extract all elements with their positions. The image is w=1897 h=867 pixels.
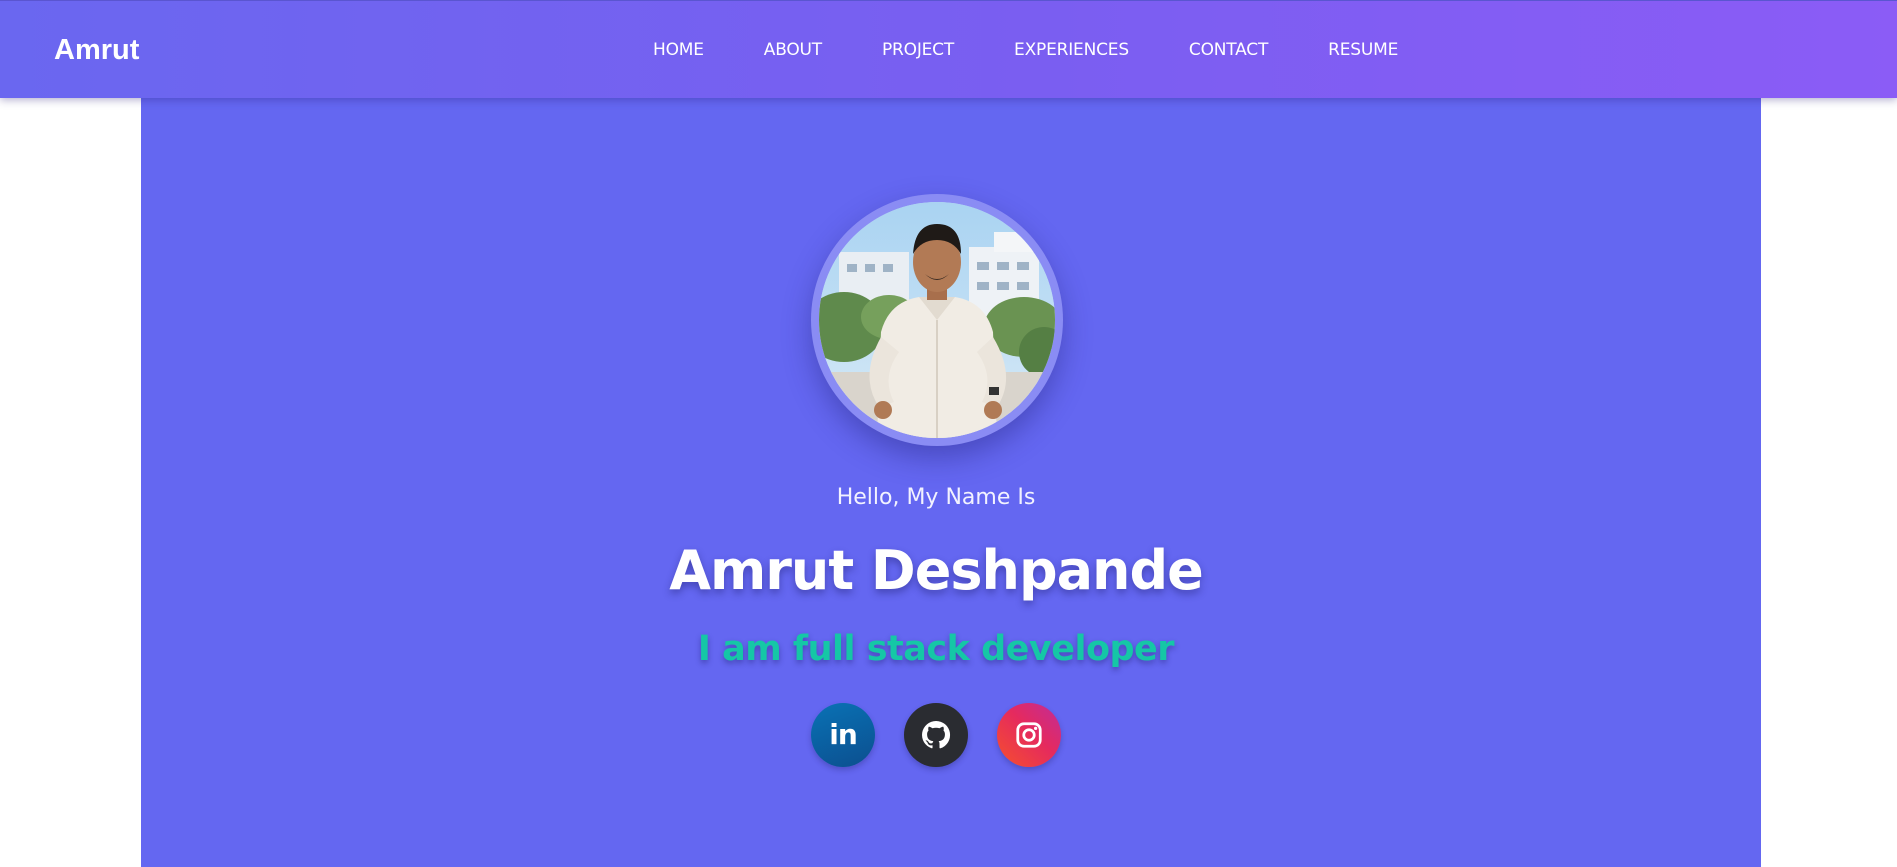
github-button[interactable] — [904, 703, 968, 767]
nav-item-contact: CONTACT — [1189, 39, 1268, 61]
github-icon — [922, 720, 951, 749]
social-links: in — [811, 703, 1063, 767]
nav-link-contact[interactable]: CONTACT — [1189, 40, 1268, 60]
hero-tagline: I am full stack developer — [697, 629, 1175, 669]
nav-link-home[interactable]: HOME — [653, 40, 704, 60]
brand-logo[interactable]: Amrut — [54, 33, 139, 67]
profile-photo — [819, 202, 1055, 438]
avatar-frame — [811, 194, 1063, 446]
nav-link-resume[interactable]: RESUME — [1328, 40, 1398, 60]
hero-name: Amrut Deshpande — [669, 539, 1204, 602]
nav-item-experiences: EXPERIENCES — [1014, 39, 1129, 61]
linkedin-icon: in — [829, 718, 858, 751]
greeting-text: Hello, My Name Is — [836, 485, 1036, 510]
nav-item-resume: RESUME — [1328, 39, 1398, 61]
nav-menu: HOME ABOUT PROJECT EXPERIENCES CONTACT R… — [653, 39, 1458, 61]
instagram-icon — [1016, 722, 1042, 748]
instagram-button[interactable] — [997, 703, 1061, 767]
nav-item-about: ABOUT — [764, 39, 822, 61]
nav-item-home: HOME — [653, 39, 704, 61]
hero-section: Hello, My Name Is Amrut Deshpande I am f… — [141, 98, 1761, 867]
top-navbar: Amrut HOME ABOUT PROJECT EXPERIENCES CON… — [0, 0, 1897, 98]
nav-link-about[interactable]: ABOUT — [764, 40, 822, 60]
avatar — [819, 202, 1055, 438]
nav-item-project: PROJECT — [882, 39, 954, 61]
nav-link-experiences[interactable]: EXPERIENCES — [1014, 40, 1129, 60]
nav-link-project[interactable]: PROJECT — [882, 40, 954, 60]
linkedin-button[interactable]: in — [811, 703, 875, 767]
